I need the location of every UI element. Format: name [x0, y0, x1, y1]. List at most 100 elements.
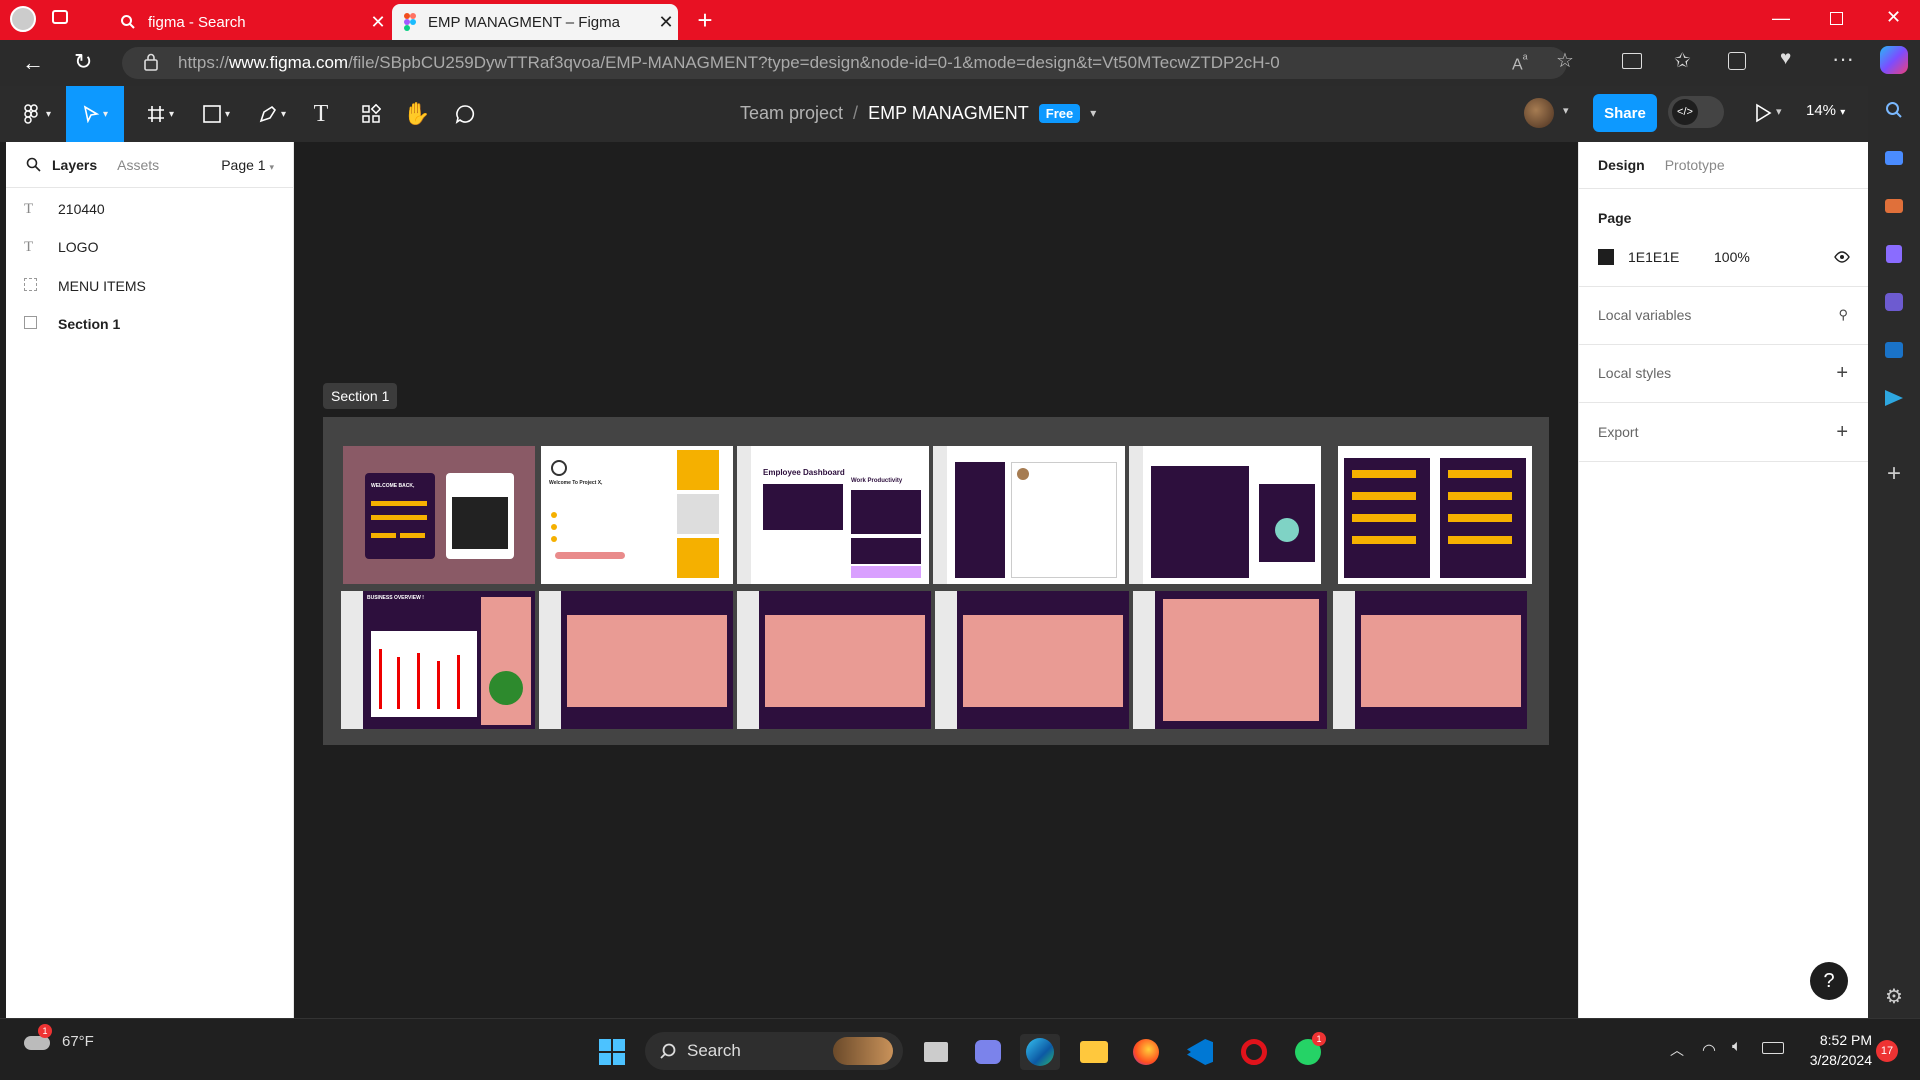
chevron-down-icon[interactable]: ▾	[1563, 104, 1569, 117]
read-aloud-icon[interactable]: Aᵃ	[1512, 51, 1528, 74]
tab-prototype[interactable]: Prototype	[1665, 157, 1725, 173]
tab-figma-search[interactable]: figma - Search ✕	[110, 4, 390, 40]
more-options-icon[interactable]: ···	[1832, 46, 1854, 72]
add-sidebar-app-icon[interactable]: +	[1876, 456, 1912, 492]
color-swatch[interactable]	[1598, 249, 1614, 265]
frame-tool-icon[interactable]: ▾	[138, 86, 182, 142]
avatar[interactable]	[1524, 98, 1554, 128]
layer-item[interactable]: T LOGO	[6, 228, 294, 266]
text-tool-icon[interactable]: T	[306, 86, 336, 142]
frame-employee-table[interactable]	[935, 591, 1129, 729]
close-tab-icon[interactable]: ✕	[366, 12, 390, 33]
frame-welcome-project[interactable]: Welcome To Project X,	[541, 446, 733, 584]
firefox-icon[interactable]	[1126, 1034, 1166, 1070]
page-color-value[interactable]: 1E1E1E	[1628, 249, 1714, 265]
page-selector[interactable]: Page 1 ▾	[221, 157, 274, 173]
hand-tool-icon[interactable]: ✋	[402, 86, 432, 142]
tab-actions-icon[interactable]	[52, 10, 68, 24]
games-icon[interactable]	[1876, 236, 1912, 272]
local-variables-row[interactable]: Local variables ⚲	[1578, 304, 1868, 326]
send-icon[interactable]	[1876, 380, 1912, 416]
whatsapp-icon[interactable]: 1	[1288, 1032, 1328, 1070]
windows-start-icon[interactable]	[592, 1034, 632, 1070]
tab-assets[interactable]: Assets	[117, 157, 159, 173]
page-fill-row[interactable]: 1E1E1E 100%	[1578, 244, 1868, 270]
file-explorer-icon[interactable]	[1074, 1034, 1114, 1070]
frame-employee-dashboard[interactable]: Employee Dashboard Work Productivity	[737, 446, 929, 584]
minimize-button[interactable]: —	[1772, 8, 1790, 29]
opera-icon[interactable]	[1234, 1034, 1274, 1070]
move-tool-cursor-icon[interactable]: ▾	[66, 86, 124, 142]
favorite-star-icon[interactable]: ☆	[1556, 48, 1574, 73]
heart-pulse-icon[interactable]: ♥	[1780, 48, 1791, 70]
plan-badge[interactable]: Free	[1038, 103, 1081, 123]
layer-item[interactable]: T 210440	[6, 190, 294, 228]
show-hidden-icons-chevron[interactable]: ︿	[1670, 1040, 1684, 1060]
team-name[interactable]: Team project	[740, 103, 843, 124]
vscode-icon[interactable]	[1180, 1034, 1220, 1070]
tab-design[interactable]: Design	[1598, 157, 1645, 173]
back-icon[interactable]: ←	[22, 50, 44, 76]
new-tab-button[interactable]: +	[690, 4, 720, 36]
dev-mode-toggle[interactable]: </>	[1668, 96, 1724, 128]
notification-count-badge[interactable]: 17	[1876, 1040, 1898, 1062]
collections-icon[interactable]	[1728, 52, 1746, 70]
frame-form[interactable]	[1338, 446, 1532, 584]
present-play-icon[interactable]	[1752, 102, 1774, 124]
copilot-app-icon[interactable]	[1876, 284, 1912, 320]
zoom-level[interactable]: 14% ▾	[1806, 102, 1845, 119]
search-icon[interactable]	[26, 157, 52, 172]
settings-gear-icon[interactable]: ⚙	[1876, 978, 1912, 1014]
close-window-button[interactable]: ✕	[1886, 7, 1901, 28]
lock-icon[interactable]	[144, 53, 158, 71]
task-view-icon[interactable]	[916, 1034, 956, 1070]
comment-tool-icon[interactable]	[450, 86, 480, 142]
variables-adjust-icon[interactable]: ⚲	[1838, 307, 1848, 323]
shopping-tag-icon[interactable]	[1876, 140, 1912, 176]
export-row[interactable]: Export +	[1578, 421, 1868, 443]
tab-layers[interactable]: Layers	[52, 157, 97, 173]
copilot-icon[interactable]	[1880, 46, 1908, 74]
sidebar-search-icon[interactable]	[1876, 92, 1912, 128]
local-styles-row[interactable]: Local styles +	[1578, 362, 1868, 384]
volume-icon[interactable]: 🔈︎	[1732, 1038, 1742, 1056]
frame-business-overview-chart[interactable]: BUSINESS OVERVIEW !	[341, 591, 535, 729]
system-clock[interactable]: 8:52 PM 3/28/2024	[1800, 1030, 1872, 1070]
resources-icon[interactable]	[356, 86, 386, 142]
frame-payroll-table[interactable]	[737, 591, 931, 729]
file-name[interactable]: EMP MANAGMENT	[868, 103, 1029, 124]
section-label[interactable]: Section 1	[323, 383, 398, 409]
tools-briefcase-icon[interactable]	[1876, 188, 1912, 224]
frame-management-table[interactable]	[1333, 591, 1527, 729]
frame-login[interactable]: WELCOME BACK,	[343, 446, 535, 584]
refresh-icon[interactable]: ↻	[74, 49, 92, 75]
frame-messages[interactable]	[933, 446, 1125, 584]
eye-icon[interactable]	[1834, 251, 1850, 263]
plus-icon[interactable]: +	[1836, 362, 1848, 385]
layer-item[interactable]: Section 1	[6, 305, 294, 343]
weather-widget[interactable]: 1 67°F	[22, 1024, 94, 1052]
wifi-icon[interactable]: ◠	[1702, 1040, 1716, 1060]
page-opacity-value[interactable]: 100%	[1714, 249, 1750, 265]
main-menu-figma-icon[interactable]: ▾	[14, 86, 58, 142]
plus-icon[interactable]: +	[1836, 421, 1848, 444]
help-button[interactable]: ?	[1810, 962, 1848, 1000]
chevron-down-icon[interactable]: ▾	[1776, 105, 1782, 118]
layer-item[interactable]: MENU ITEMS	[6, 267, 294, 305]
chevron-down-icon[interactable]: ▾	[1090, 106, 1096, 120]
shape-tool-rectangle-icon[interactable]: ▾	[194, 86, 238, 142]
pen-tool-icon[interactable]: ▾	[250, 86, 294, 142]
frame-attendance-table[interactable]	[539, 591, 733, 729]
favorites-icon[interactable]: ✩	[1674, 48, 1691, 73]
battery-icon[interactable]	[1762, 1042, 1784, 1054]
split-screen-icon[interactable]	[1622, 53, 1642, 69]
taskbar-search[interactable]: Search	[645, 1032, 903, 1070]
outlook-icon[interactable]	[1876, 332, 1912, 368]
close-tab-icon[interactable]: ✕	[654, 12, 678, 33]
frame-profile-detail[interactable]	[1133, 591, 1327, 729]
profile-avatar[interactable]	[10, 6, 36, 32]
teams-chat-icon[interactable]	[968, 1034, 1008, 1070]
frame-time-tracker[interactable]	[1129, 446, 1321, 584]
restore-button[interactable]	[1830, 12, 1843, 25]
edge-browser-icon[interactable]	[1020, 1034, 1060, 1070]
